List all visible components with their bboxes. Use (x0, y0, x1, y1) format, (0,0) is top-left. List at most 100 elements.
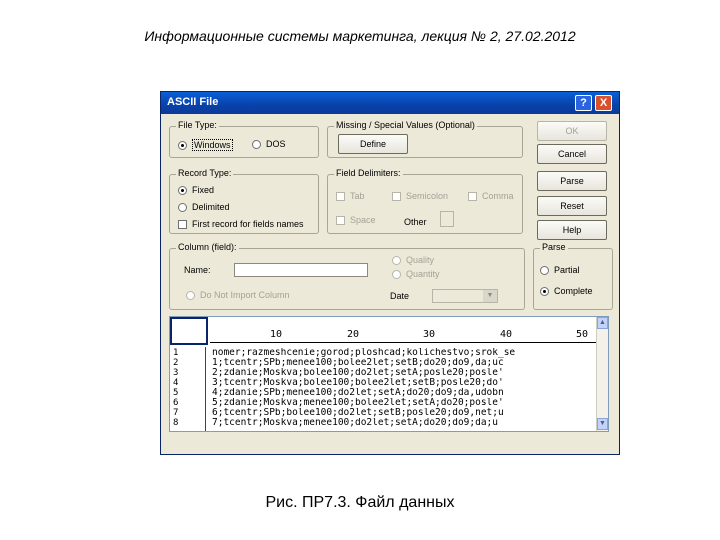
radio-fixed[interactable]: Fixed (178, 185, 214, 195)
help-button[interactable]: Help (537, 220, 607, 240)
row-number: 4 (173, 378, 179, 388)
radio-windows-indicator[interactable] (178, 140, 187, 150)
define-button[interactable]: Define (338, 134, 408, 154)
ruler-baseline (210, 342, 598, 343)
radio-partial-indicator[interactable] (540, 265, 549, 275)
data-line: nomer;razmeshcenie;gorod;ploshcad;kolich… (212, 348, 516, 358)
column-ruler: 10 20 30 40 50 (170, 317, 598, 345)
row-numbers: 1 2 3 4 5 6 7 8 (170, 347, 206, 431)
data-line: 1;tcentr;SPb;menee100;bolee2let;setB;do2… (212, 358, 504, 368)
row-number: 7 (173, 408, 179, 418)
data-line: 7;tcentr;Moskva;menee100;do2let;setA;do2… (212, 418, 498, 428)
radio-do-not-import-indicator[interactable] (186, 290, 195, 300)
data-line: 6;tcentr;SPb;bolee100;do2let;setB;posle2… (212, 408, 504, 418)
missing-values-label: Missing / Special Values (Optional) (334, 120, 477, 130)
reset-button[interactable]: Reset (537, 196, 607, 216)
radio-complete-indicator[interactable] (540, 286, 549, 296)
radio-dos[interactable]: DOS (252, 139, 286, 149)
radio-do-not-import[interactable]: Do Not Import Column (186, 290, 290, 300)
radio-quantity-label: Quantity (406, 269, 440, 279)
ruler-tick-40: 40 (500, 329, 513, 340)
checkbox-comma-label: Comma (482, 191, 514, 201)
radio-dos-indicator[interactable] (252, 139, 261, 149)
data-preview[interactable]: 10 20 30 40 50 1 2 3 4 5 6 7 8 nomer;raz… (169, 316, 609, 432)
checkbox-tab-label: Tab (350, 191, 365, 201)
record-type-label: Record Type: (176, 168, 234, 178)
row-number: 3 (173, 368, 179, 378)
checkbox-tab-box[interactable] (336, 191, 345, 201)
radio-partial-label: Partial (554, 265, 580, 275)
checkbox-space-box[interactable] (336, 215, 345, 225)
file-type-group: File Type: Windows DOS (169, 120, 319, 158)
help-icon[interactable]: ? (575, 95, 592, 111)
radio-partial[interactable]: Partial (540, 265, 580, 275)
checkbox-comma[interactable]: Comma (468, 191, 514, 201)
parse-button[interactable]: Parse (537, 171, 607, 191)
data-line: 2;zdanie;Moskva;bolee100;do2let;setA;pos… (212, 368, 504, 378)
missing-values-group: Missing / Special Values (Optional) Defi… (327, 120, 523, 158)
data-line: 4;zdanie;SPb;menee100;do2let;setA;do20;d… (212, 388, 504, 398)
radio-delimited-indicator[interactable] (178, 202, 187, 212)
checkbox-space[interactable]: Space (336, 215, 376, 225)
parse-group: Parse Partial Complete (533, 242, 613, 310)
data-line: 5;zdanie;Moskva;menee100;bolee2let;setA;… (212, 398, 504, 408)
ok-button[interactable]: OK (537, 121, 607, 141)
slide-title: Информационные системы маркетинга, лекци… (144, 28, 576, 44)
radio-quality-label: Quality (406, 255, 435, 265)
checkbox-comma-box[interactable] (468, 191, 477, 201)
ruler-tick-20: 20 (347, 329, 360, 340)
ruler-tick-10: 10 (270, 329, 283, 340)
scroll-up-icon[interactable]: ▲ (597, 317, 608, 329)
close-icon[interactable]: X (595, 95, 612, 111)
window-title: ASCII File (167, 96, 219, 108)
checkbox-first-record[interactable]: First record for fields names (178, 219, 304, 229)
figure-caption: Рис. ПР7.3. Файл данных (265, 494, 455, 511)
checkbox-semicolon-box[interactable] (392, 191, 401, 201)
radio-complete-label: Complete (554, 286, 593, 296)
checkbox-first-record-box[interactable] (178, 219, 187, 229)
vertical-scrollbar[interactable]: ▲ ▼ (596, 317, 608, 431)
radio-complete[interactable]: Complete (540, 286, 593, 296)
column-field-group: Column (field): Name: Quality Quantity D… (169, 242, 525, 310)
radio-windows[interactable]: Windows (178, 139, 233, 151)
column-field-label: Column (field): (176, 242, 239, 252)
date-label: Date (390, 291, 410, 301)
scroll-down-icon[interactable]: ▼ (597, 418, 608, 430)
checkbox-tab[interactable]: Tab (336, 191, 365, 201)
other-label: Other (404, 217, 427, 227)
file-type-label: File Type: (176, 120, 219, 130)
radio-quality[interactable]: Quality (392, 255, 434, 265)
ruler-tick-30: 30 (423, 329, 436, 340)
field-delimiters-label: Field Delimiters: (334, 168, 403, 178)
row-number: 1 (173, 348, 179, 358)
checkbox-semicolon[interactable]: Semicolon (392, 191, 448, 201)
checkbox-space-label: Space (350, 215, 376, 225)
title-bar[interactable]: ASCII File ? X (161, 92, 619, 114)
radio-quality-indicator[interactable] (392, 255, 401, 265)
chevron-down-icon[interactable]: ▼ (483, 290, 497, 302)
field-delimiters-group: Field Delimiters: Tab Semicolon Comma Sp… (327, 168, 523, 234)
radio-windows-label: Windows (192, 139, 233, 151)
checkbox-first-record-label: First record for fields names (192, 219, 304, 229)
column-name-input[interactable] (234, 263, 368, 277)
date-combo[interactable]: ▼ (432, 289, 498, 303)
radio-delimited[interactable]: Delimited (178, 202, 230, 212)
row-number: 2 (173, 358, 179, 368)
name-label: Name: (184, 265, 211, 275)
ruler-tick-50: 50 (576, 329, 589, 340)
row-number: 8 (173, 418, 179, 428)
other-delimiter-field[interactable] (440, 211, 454, 227)
radio-quantity-indicator[interactable] (392, 269, 401, 279)
radio-quantity[interactable]: Quantity (392, 269, 440, 279)
radio-fixed-label: Fixed (192, 185, 215, 195)
ruler-corner-selection[interactable] (170, 317, 208, 345)
radio-fixed-indicator[interactable] (178, 185, 187, 195)
record-type-group: Record Type: Fixed Delimited First recor… (169, 168, 319, 234)
row-number: 6 (173, 398, 179, 408)
ascii-file-dialog: ASCII File ? X File Type: Windows DOS Mi… (160, 91, 620, 455)
cancel-button[interactable]: Cancel (537, 144, 607, 164)
parse-group-label: Parse (540, 242, 568, 252)
radio-delimited-label: Delimited (192, 202, 230, 212)
checkbox-semicolon-label: Semicolon (406, 191, 449, 201)
row-number: 5 (173, 388, 179, 398)
